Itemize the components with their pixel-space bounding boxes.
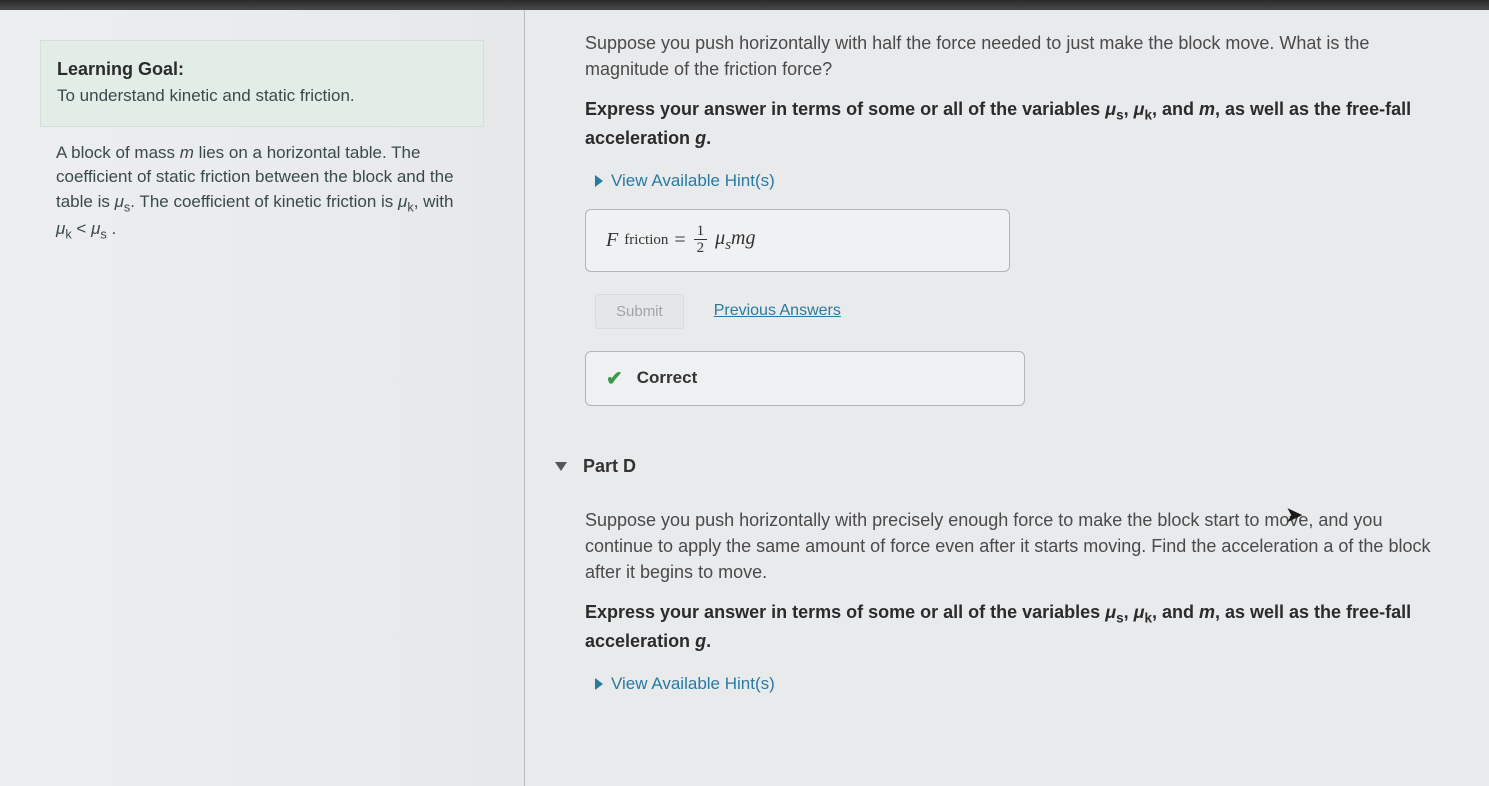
feedback-text: Correct [637, 368, 697, 388]
hints-label: View Available Hint(s) [611, 674, 775, 694]
learning-goal-title: Learning Goal: [57, 59, 467, 80]
main-content: Suppose you push horizontally with half … [525, 10, 1489, 786]
partC-answer-display: Ffriction = 1 2 μsmg [585, 209, 1010, 272]
partC-hints-toggle[interactable]: View Available Hint(s) [595, 171, 775, 191]
main-container: Learning Goal: To understand kinetic and… [0, 10, 1489, 786]
answer-lhs-subscript: friction [624, 232, 668, 249]
answer-fraction: 1 2 [694, 224, 708, 257]
partD-header[interactable]: Part D [555, 456, 1449, 477]
answer-lhs-symbol: F [606, 229, 618, 252]
answer-equals: = [674, 229, 685, 252]
previous-answers-link[interactable]: Previous Answers [714, 302, 841, 320]
partD-hints-toggle[interactable]: View Available Hint(s) [595, 674, 775, 694]
sidebar: Learning Goal: To understand kinetic and… [0, 10, 525, 786]
partD-question: Suppose you push horizontally with preci… [585, 507, 1449, 585]
problem-setup-text: A block of mass m lies on a horizontal t… [40, 141, 484, 244]
partD-express-instructions: Express your answer in terms of some or … [585, 599, 1449, 654]
answer-rhs: μsmg [715, 227, 755, 254]
triangle-right-icon [595, 678, 603, 690]
learning-goal-box: Learning Goal: To understand kinetic and… [40, 40, 484, 127]
fraction-numerator: 1 [694, 224, 708, 240]
submit-button: Submit [595, 294, 684, 329]
partD-title: Part D [583, 456, 636, 477]
window-topbar [0, 0, 1489, 10]
triangle-down-icon [555, 462, 567, 471]
fraction-denominator: 2 [694, 240, 708, 257]
check-icon: ✔ [606, 366, 623, 391]
hints-label: View Available Hint(s) [611, 171, 775, 191]
triangle-right-icon [595, 175, 603, 187]
learning-goal-text: To understand kinetic and static frictio… [57, 84, 467, 108]
partC-feedback-box: ✔ Correct [585, 351, 1025, 406]
partC-question: Suppose you push horizontally with half … [585, 30, 1449, 82]
partC-controls: Submit Previous Answers [595, 294, 1449, 329]
partC-express-instructions: Express your answer in terms of some or … [585, 96, 1449, 151]
